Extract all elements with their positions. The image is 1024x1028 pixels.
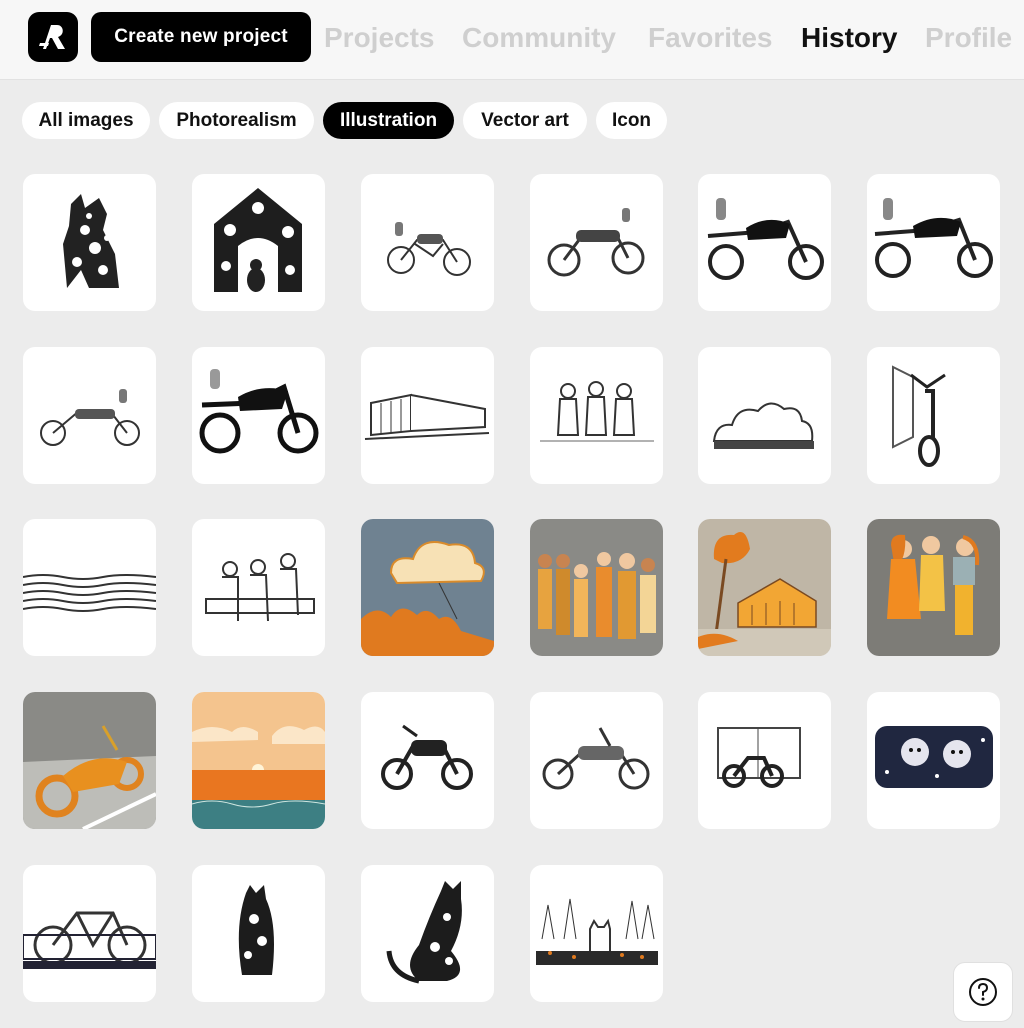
image-thumbnail[interactable] [23,347,156,484]
app-logo-icon[interactable] [28,12,78,62]
nav-history[interactable]: History [801,18,897,58]
top-bar: Create new project Projects Community Fa… [0,0,1024,80]
filter-vector-art[interactable]: Vector art [463,102,587,139]
image-thumbnail[interactable] [530,865,663,1002]
question-circle-icon [969,978,997,1006]
image-thumbnail[interactable] [361,865,494,1002]
image-thumbnail[interactable] [192,519,325,656]
image-thumbnail[interactable] [530,174,663,311]
image-thumbnail[interactable] [530,347,663,484]
image-thumbnail[interactable] [867,174,1000,311]
image-thumbnail[interactable] [23,865,156,1002]
nav-favorites[interactable]: Favorites [648,18,773,58]
image-thumbnail[interactable] [361,174,494,311]
image-thumbnail[interactable] [361,519,494,656]
image-thumbnail[interactable] [192,692,325,829]
image-thumbnail[interactable] [698,519,831,656]
filter-icon[interactable]: Icon [596,102,667,139]
create-new-project-button[interactable]: Create new project [91,12,311,62]
nav-community[interactable]: Community [462,18,616,58]
image-thumbnail[interactable] [23,174,156,311]
image-thumbnail[interactable] [698,692,831,829]
filter-photorealism[interactable]: Photorealism [159,102,314,139]
filter-illustration[interactable]: Illustration [323,102,454,139]
image-thumbnail[interactable] [698,347,831,484]
nav-projects[interactable]: Projects [324,18,435,58]
image-thumbnail[interactable] [192,174,325,311]
image-thumbnail[interactable] [23,519,156,656]
image-thumbnail[interactable] [867,347,1000,484]
image-thumbnail[interactable] [192,865,325,1002]
image-thumbnail[interactable] [530,692,663,829]
image-thumbnail[interactable] [698,174,831,311]
help-button[interactable] [953,962,1013,1022]
image-thumbnail[interactable] [867,519,1000,656]
image-thumbnail[interactable] [23,692,156,829]
image-thumbnail[interactable] [361,347,494,484]
filter-all-images[interactable]: All images [22,102,150,139]
image-thumbnail[interactable] [867,692,1000,829]
image-thumbnail[interactable] [192,347,325,484]
image-thumbnail[interactable] [530,519,663,656]
image-thumbnail[interactable] [361,692,494,829]
nav-profile[interactable]: Profile [925,18,1012,58]
